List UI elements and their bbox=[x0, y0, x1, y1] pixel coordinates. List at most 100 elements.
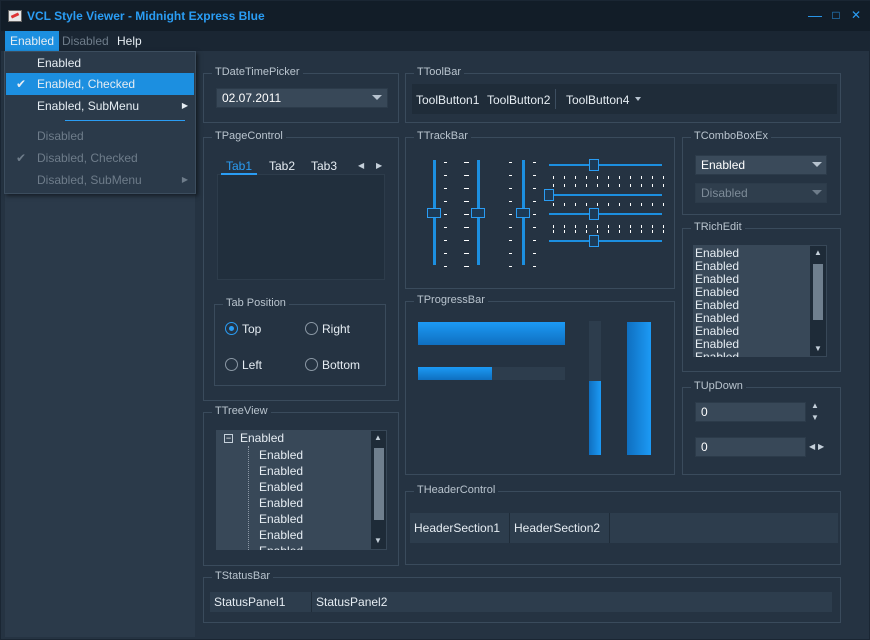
radio-bottom[interactable] bbox=[305, 358, 318, 371]
tree-node[interactable]: Enabled bbox=[249, 495, 303, 511]
tab-scroll-right-icon[interactable]: ▶ bbox=[376, 161, 382, 170]
updown-group-label: TUpDown bbox=[691, 380, 746, 392]
track-thumb[interactable] bbox=[589, 208, 600, 220]
menuitem-label: Disabled, Checked bbox=[37, 151, 138, 165]
collapse-icon[interactable]: − bbox=[224, 434, 233, 443]
tick-mark bbox=[575, 176, 576, 179]
menu-disabled[interactable]: Disabled bbox=[57, 31, 114, 51]
tree-node[interactable]: Enabled bbox=[249, 527, 303, 543]
toolbutton-2[interactable]: ToolButton2 bbox=[487, 93, 550, 107]
tick-mark bbox=[444, 240, 447, 241]
menuitem-enabled-checked[interactable]: ✔ Enabled, Checked bbox=[6, 73, 194, 95]
tree-node[interactable]: Enabled bbox=[249, 543, 303, 550]
tick-mark bbox=[464, 201, 467, 202]
tick-mark bbox=[509, 175, 512, 176]
radio-top-label[interactable]: Top bbox=[242, 322, 261, 336]
scroll-up-icon[interactable]: ▲ bbox=[814, 248, 822, 257]
spin-right-icon[interactable]: ▶ bbox=[818, 442, 824, 451]
progress-fill bbox=[418, 367, 492, 380]
track-thumb[interactable] bbox=[589, 235, 600, 247]
comboboxex-group-label: TComboBoxEx bbox=[691, 130, 771, 142]
tick-mark bbox=[509, 188, 512, 189]
track-thumb[interactable] bbox=[516, 207, 530, 218]
tree-node[interactable]: Enabled bbox=[249, 479, 303, 495]
richedit[interactable]: Enabled Enabled Enabled Enabled Enabled Enabl… bbox=[693, 245, 827, 357]
chevron-down-icon[interactable] bbox=[372, 95, 382, 100]
tick-mark bbox=[597, 203, 598, 206]
scroll-down-icon[interactable]: ▼ bbox=[374, 536, 382, 545]
scroll-thumb[interactable] bbox=[813, 264, 823, 320]
updown-edit-1[interactable]: 0 bbox=[695, 402, 806, 422]
richedit-scrollbar[interactable]: ▲ ▼ bbox=[810, 246, 826, 356]
tree-node[interactable]: Enabled bbox=[249, 447, 303, 463]
tree-node[interactable]: Enabled bbox=[249, 511, 303, 527]
tick-mark bbox=[444, 162, 447, 163]
tree-node[interactable]: Enabled bbox=[249, 463, 303, 479]
tab-3[interactable]: Tab3 bbox=[306, 157, 342, 175]
treeview[interactable]: − Enabled Enabled Enabled Enabled Enabled En… bbox=[216, 430, 387, 550]
radio-top[interactable] bbox=[225, 322, 238, 335]
spin-up-icon[interactable]: ▲ bbox=[811, 401, 819, 410]
spin-left-icon[interactable]: ◀ bbox=[809, 442, 815, 451]
progressbar-group: TProgressBar bbox=[405, 294, 675, 475]
tab-1[interactable]: Tab1 bbox=[221, 157, 257, 175]
menuitem-label: Enabled, Checked bbox=[37, 77, 136, 91]
menu-help[interactable]: Help bbox=[112, 31, 147, 51]
tabposition-group-label: Tab Position bbox=[223, 297, 289, 309]
track-thumb[interactable] bbox=[589, 159, 600, 171]
richedit-group: TRichEdit Enabled Enabled Enabled Enabled En… bbox=[682, 221, 841, 372]
menuitem-enabled[interactable]: Enabled bbox=[6, 52, 194, 74]
statusbar-group: TStatusBar StatusPanel1 StatusPanel2 bbox=[203, 570, 841, 623]
toolbutton-4[interactable]: ToolButton4 bbox=[566, 93, 629, 107]
updown-edit-2[interactable]: 0 bbox=[695, 437, 806, 457]
radio-left[interactable] bbox=[225, 358, 238, 371]
scroll-thumb[interactable] bbox=[374, 448, 384, 520]
headercontrol-group: THeaderControl HeaderSection1 HeaderSect… bbox=[405, 484, 841, 565]
tick-mark bbox=[652, 184, 653, 187]
submenu-arrow-icon: ▶ bbox=[181, 101, 188, 110]
chevron-down-icon[interactable] bbox=[812, 162, 822, 167]
tick-mark bbox=[553, 176, 554, 179]
toolbutton-1[interactable]: ToolButton1 bbox=[416, 93, 479, 107]
scroll-down-icon[interactable]: ▼ bbox=[814, 344, 822, 353]
datetime-picker[interactable]: 02.07.2011 bbox=[216, 88, 388, 108]
track-thumb[interactable] bbox=[544, 189, 554, 201]
tick-mark bbox=[641, 184, 642, 187]
radio-right[interactable] bbox=[305, 322, 318, 335]
horizontal-track[interactable] bbox=[549, 240, 662, 242]
chevron-down-icon[interactable] bbox=[635, 97, 641, 101]
horizontal-track[interactable] bbox=[549, 213, 662, 215]
progress-fill bbox=[627, 322, 651, 455]
tick-mark bbox=[553, 184, 554, 187]
tick-mark bbox=[533, 253, 536, 254]
comboboxex-enabled[interactable]: Enabled bbox=[695, 155, 827, 175]
tab-2[interactable]: Tab2 bbox=[264, 157, 300, 175]
horizontal-track[interactable] bbox=[549, 164, 662, 166]
treeview-scrollbar[interactable]: ▲ ▼ bbox=[371, 431, 386, 549]
tree-node-label: Enabled bbox=[259, 544, 303, 550]
tree-root[interactable]: Enabled bbox=[240, 431, 284, 445]
spin-down-icon[interactable]: ▼ bbox=[811, 413, 819, 422]
tick-mark bbox=[464, 227, 467, 228]
tick-mark bbox=[619, 225, 620, 228]
minimize-button[interactable]: — bbox=[807, 7, 823, 23]
radio-bottom-label[interactable]: Bottom bbox=[322, 358, 360, 372]
track-thumb[interactable] bbox=[427, 207, 441, 218]
close-button[interactable]: ✕ bbox=[848, 7, 864, 23]
radio-right-label[interactable]: Right bbox=[322, 322, 350, 336]
tick-mark bbox=[564, 225, 565, 228]
richedit-line: Enabled bbox=[695, 350, 740, 358]
header-section-1[interactable]: HeaderSection1 bbox=[410, 513, 510, 543]
track-thumb[interactable] bbox=[471, 207, 485, 218]
dropdown-menu: Enabled ✔ Enabled, Checked Enabled, SubMe… bbox=[4, 51, 196, 194]
tab-scroll-left-icon[interactable]: ◀ bbox=[358, 161, 364, 170]
maximize-button[interactable]: □ bbox=[828, 7, 844, 23]
tick-mark bbox=[564, 230, 565, 233]
radio-left-label[interactable]: Left bbox=[242, 358, 262, 372]
header-section-2[interactable]: HeaderSection2 bbox=[510, 513, 610, 543]
menu-enabled[interactable]: Enabled bbox=[5, 31, 60, 51]
toolbar-group-label: TToolBar bbox=[414, 66, 465, 78]
scroll-up-icon[interactable]: ▲ bbox=[374, 433, 382, 442]
menuitem-enabled-submenu[interactable]: Enabled, SubMenu ▶ bbox=[6, 95, 194, 117]
horizontal-track[interactable] bbox=[549, 194, 662, 196]
